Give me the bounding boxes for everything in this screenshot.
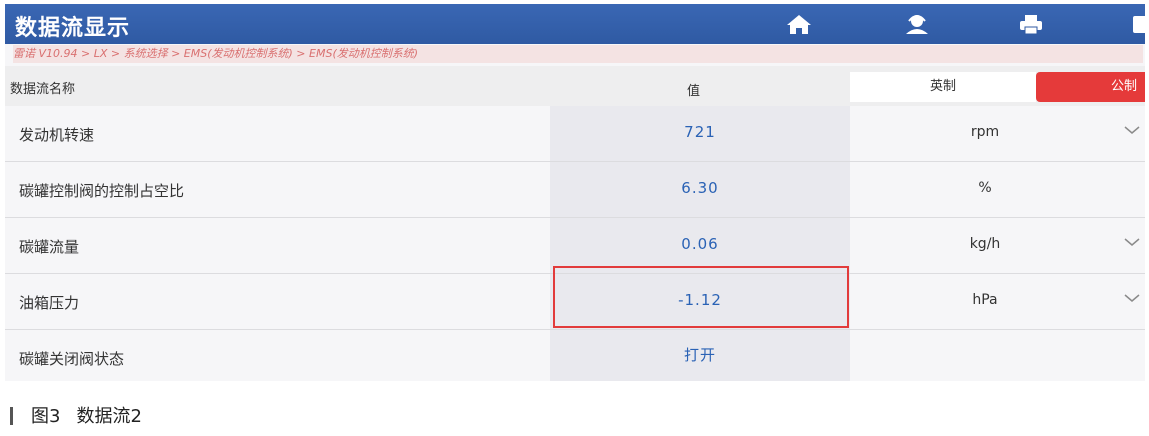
table-header: 数据流名称 值 英制 公制	[5, 66, 1145, 106]
caption-text: 数据流2	[76, 406, 142, 427]
breadcrumb: 雷诺 V10.94 > LX > 系统选择 > EMS(发动机控制系统) > E…	[13, 45, 1143, 63]
row-value: 打开	[683, 346, 716, 364]
imperial-unit-button[interactable]: 英制	[850, 72, 1036, 102]
row-unit[interactable]: rpm	[885, 124, 1085, 140]
row-unit[interactable]: hPa	[885, 292, 1085, 308]
header-value: 值	[687, 84, 701, 99]
figure-caption: 图3 数据流2	[10, 402, 142, 428]
row-name: 碳罐控制阀的控制占空比	[19, 182, 185, 200]
printer-icon[interactable]	[1015, 12, 1047, 36]
home-icon[interactable]	[783, 12, 815, 36]
row-unit: %	[978, 180, 992, 196]
app-title: 数据流显示	[15, 16, 131, 41]
row-name: 碳罐流量	[19, 238, 80, 256]
user-support-icon[interactable]	[901, 12, 933, 36]
header-name: 数据流名称	[10, 82, 76, 97]
row-unit[interactable]: kg/h	[885, 236, 1085, 252]
chevron-down-icon[interactable]	[1123, 234, 1141, 248]
table-row: 碳罐关闭阀状态 打开	[5, 330, 1145, 381]
row-name: 发动机转速	[19, 126, 95, 144]
more-icon[interactable]	[1127, 12, 1145, 36]
row-name: 油箱压力	[19, 294, 80, 312]
highlight-box	[553, 266, 849, 328]
row-name: 碳罐关闭阀状态	[19, 350, 125, 368]
figure-number: 图3	[31, 406, 61, 427]
row-value: 0.06	[681, 235, 719, 253]
table-row: 发动机转速 721 rpm	[5, 106, 1145, 162]
title-bar: 数据流显示	[5, 4, 1145, 44]
row-value: 6.30	[681, 179, 719, 197]
metric-unit-button[interactable]: 公制	[1036, 72, 1145, 102]
chevron-down-icon[interactable]	[1123, 122, 1141, 136]
row-value: 721	[684, 123, 716, 141]
diagnostic-screen: 数据流显示 雷诺 V10.94 > LX > 系统选择 > EMS(发动机控制系…	[5, 4, 1145, 381]
chevron-down-icon[interactable]	[1123, 290, 1141, 304]
table-row: 碳罐控制阀的控制占空比 6.30 %	[5, 162, 1145, 218]
caption-bar	[10, 407, 13, 425]
